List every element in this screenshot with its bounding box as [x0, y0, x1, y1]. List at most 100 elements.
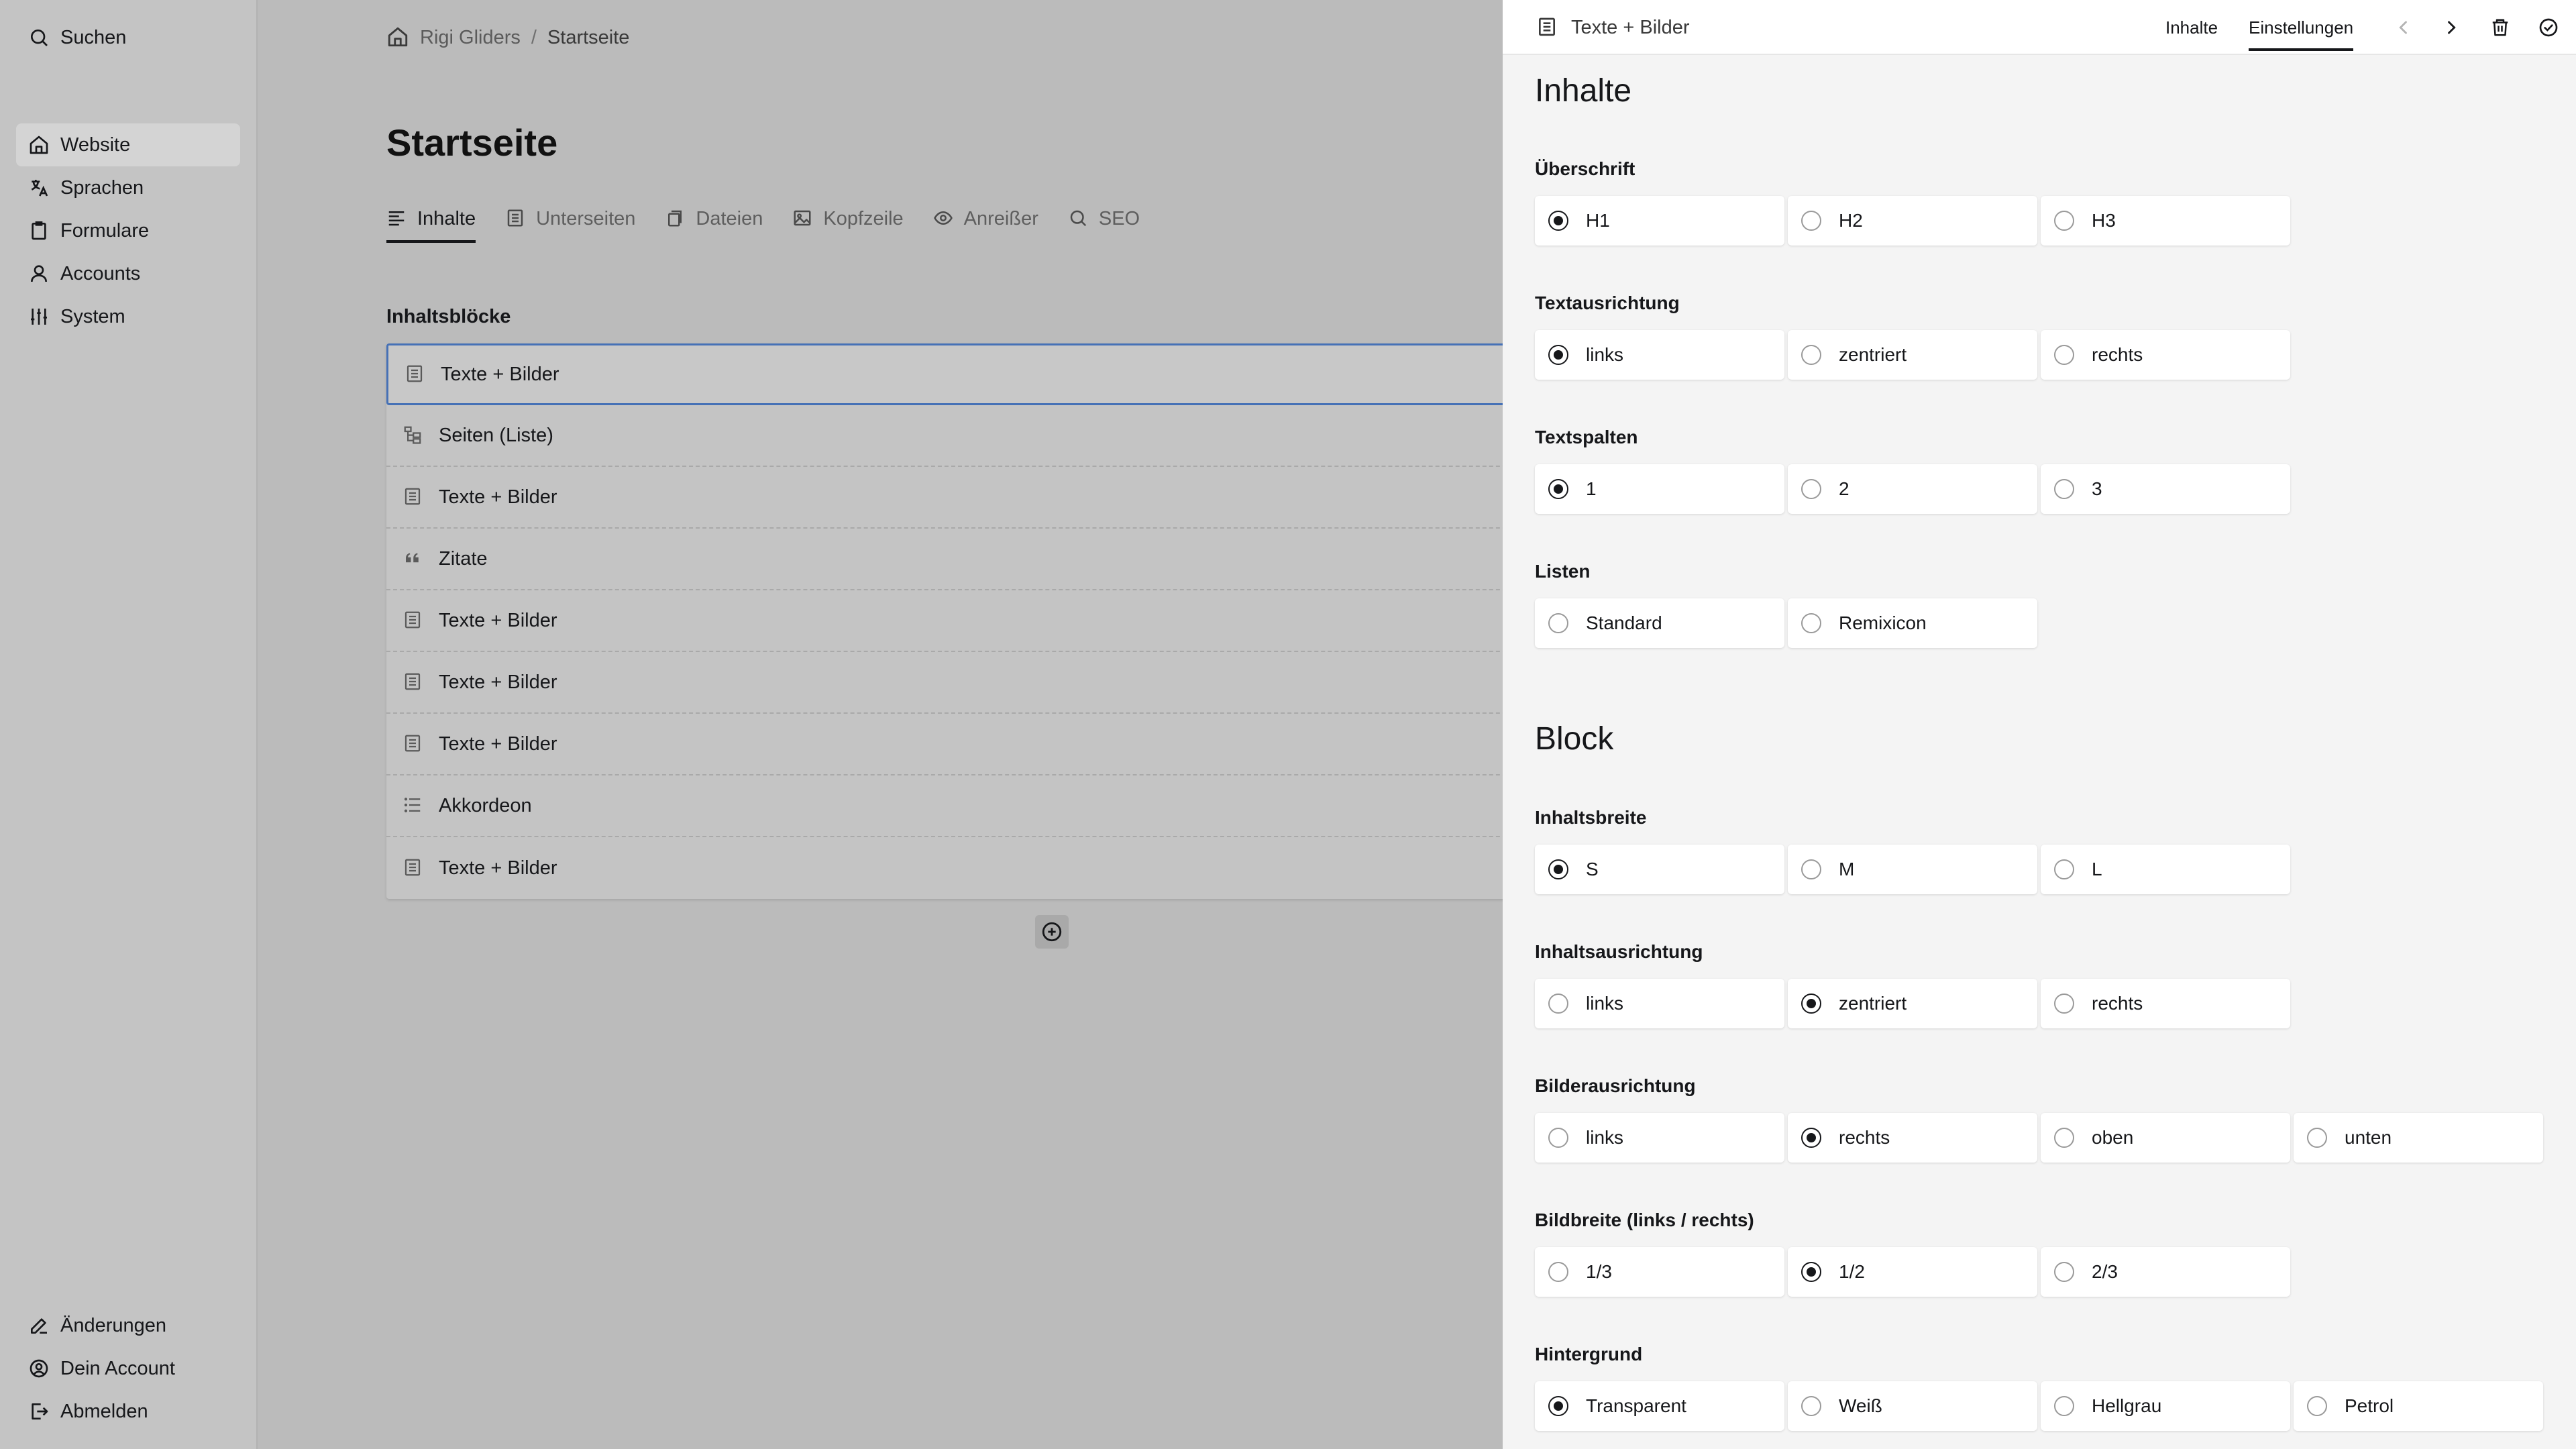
radio-option[interactable]: links	[1535, 979, 1784, 1028]
radio-option[interactable]: Transparent	[1535, 1381, 1784, 1431]
radio-button[interactable]	[2054, 345, 2074, 365]
radio-button[interactable]	[1548, 345, 1568, 365]
radio-button[interactable]	[1548, 613, 1568, 633]
radio-option[interactable]: links	[1535, 1113, 1784, 1163]
radio-option[interactable]: 2/3	[2041, 1247, 2290, 1297]
radio-option[interactable]: 1/3	[1535, 1247, 1784, 1297]
radio-button[interactable]	[1548, 994, 1568, 1014]
radio-button[interactable]	[1548, 1128, 1568, 1148]
radio-button[interactable]	[1548, 859, 1568, 879]
breadcrumb-root[interactable]: Rigi Gliders	[420, 27, 521, 49]
radio-button[interactable]	[1801, 345, 1821, 365]
radio-option[interactable]: zentriert	[1788, 979, 2037, 1028]
radio-button[interactable]	[1801, 859, 1821, 879]
block-item-texte-bilder[interactable]: Texte + Bilder	[386, 590, 1527, 652]
radio-option[interactable]: 3	[2041, 464, 2290, 514]
radio-option[interactable]: M	[1788, 845, 2037, 894]
sidebar-item-aenderungen[interactable]: Änderungen	[16, 1304, 240, 1347]
sidebar-item-label: Accounts	[60, 262, 141, 284]
radio-option[interactable]: links	[1535, 330, 1784, 380]
search-icon	[1068, 208, 1089, 229]
tab-seo[interactable]: SEO	[1068, 199, 1140, 239]
radio-button[interactable]	[1548, 1262, 1568, 1282]
radio-option[interactable]: Remixicon	[1788, 598, 2037, 648]
radio-button[interactable]	[1548, 211, 1568, 231]
radio-option[interactable]: H3	[2041, 196, 2290, 246]
radio-button[interactable]	[1801, 1262, 1821, 1282]
tab-anreisser[interactable]: Anreißer	[933, 199, 1038, 239]
radio-button[interactable]	[2307, 1396, 2327, 1416]
radio-label: H2	[1839, 210, 1863, 231]
sidebar-item-sprachen[interactable]: Sprachen	[16, 166, 240, 209]
sidebar-item-website[interactable]: Website	[16, 123, 240, 166]
radio-option[interactable]: Weiß	[1788, 1381, 2037, 1431]
radio-option[interactable]: Hellgrau	[2041, 1381, 2290, 1431]
radio-button[interactable]	[2054, 1128, 2074, 1148]
radio-option[interactable]: rechts	[1788, 1113, 2037, 1163]
block-item-zitate[interactable]: Zitate	[386, 529, 1527, 590]
radio-option[interactable]: S	[1535, 845, 1784, 894]
field-label-listen: Listen	[1535, 561, 1591, 582]
radio-button[interactable]	[2307, 1128, 2327, 1148]
sidebar-item-abmelden[interactable]: Abmelden	[16, 1390, 240, 1433]
sidebar-search[interactable]: Suchen	[16, 16, 240, 59]
radio-button[interactable]	[1548, 479, 1568, 499]
drawer-tab-einstellungen[interactable]: Einstellungen	[2249, 13, 2354, 51]
radio-option[interactable]: L	[2041, 845, 2290, 894]
radio-button[interactable]	[2054, 859, 2074, 879]
confirm-button[interactable]	[2534, 13, 2563, 42]
tab-kopfzeile[interactable]: Kopfzeile	[792, 199, 904, 239]
block-item-texte-bilder[interactable]: Texte + Bilder	[386, 652, 1527, 714]
radio-button[interactable]	[2054, 1262, 2074, 1282]
radio-option[interactable]: Standard	[1535, 598, 1784, 648]
radio-button[interactable]	[1801, 1396, 1821, 1416]
home-icon[interactable]	[386, 25, 411, 50]
radio-option[interactable]: rechts	[2041, 330, 2290, 380]
radio-option[interactable]: 2	[1788, 464, 2037, 514]
block-item-texte-bilder[interactable]: Texte + Bilder	[386, 837, 1527, 899]
block-item-texte-bilder[interactable]: Texte + Bilder	[386, 714, 1527, 775]
sidebar-item-formulare[interactable]: Formulare	[16, 209, 240, 252]
radio-button[interactable]	[2054, 211, 2074, 231]
radio-button[interactable]	[2054, 994, 2074, 1014]
drawer-title: Texte + Bilder	[1536, 13, 1690, 42]
radio-option[interactable]: oben	[2041, 1113, 2290, 1163]
block-label: Akkordeon	[439, 794, 532, 816]
radio-option[interactable]: unten	[2294, 1113, 2543, 1163]
block-item-texte-bilder[interactable]: Texte + Bilder	[386, 343, 1527, 405]
next-button[interactable]	[2437, 13, 2465, 42]
radio-button[interactable]	[1801, 1128, 1821, 1148]
sidebar-item-accounts[interactable]: Accounts	[16, 252, 240, 295]
radio-button[interactable]	[1801, 479, 1821, 499]
sidebar-item-system[interactable]: System	[16, 295, 240, 338]
radio-option[interactable]: 1	[1535, 464, 1784, 514]
add-block-button[interactable]	[1035, 915, 1069, 949]
radio-button[interactable]	[2054, 479, 2074, 499]
radio-option[interactable]: 1/2	[1788, 1247, 2037, 1297]
tab-unterseiten[interactable]: Unterseiten	[505, 199, 635, 239]
radio-button[interactable]	[2054, 1396, 2074, 1416]
block-item-texte-bilder[interactable]: Texte + Bilder	[386, 467, 1527, 529]
radio-option[interactable]: zentriert	[1788, 330, 2037, 380]
radio-button[interactable]	[1548, 1396, 1568, 1416]
tab-label: Dateien	[696, 207, 763, 229]
blocks-heading: Inhaltsblöcke	[386, 306, 511, 327]
radio-option[interactable]: H2	[1788, 196, 2037, 246]
sidebar-item-dein-account[interactable]: Dein Account	[16, 1347, 240, 1390]
field-label-bilderausrichtung: Bilderausrichtung	[1535, 1075, 1696, 1096]
previous-button[interactable]	[2390, 13, 2418, 42]
block-item-seiten-liste[interactable]: Seiten (Liste)	[386, 405, 1527, 467]
radio-option[interactable]: Petrol	[2294, 1381, 2543, 1431]
delete-button[interactable]	[2486, 13, 2514, 42]
tab-dateien[interactable]: Dateien	[665, 199, 763, 239]
radio-button[interactable]	[1801, 994, 1821, 1014]
radio-button[interactable]	[1801, 613, 1821, 633]
radio-option[interactable]: rechts	[2041, 979, 2290, 1028]
drawer-tab-inhalte[interactable]: Inhalte	[2165, 13, 2218, 42]
block-item-akkordeon[interactable]: Akkordeon	[386, 775, 1527, 837]
tab-inhalte[interactable]: Inhalte	[386, 199, 476, 243]
page-title: Startseite	[386, 121, 558, 164]
radio-button[interactable]	[1801, 211, 1821, 231]
radio-option[interactable]: H1	[1535, 196, 1784, 246]
breadcrumb-current[interactable]: Startseite	[547, 27, 630, 49]
